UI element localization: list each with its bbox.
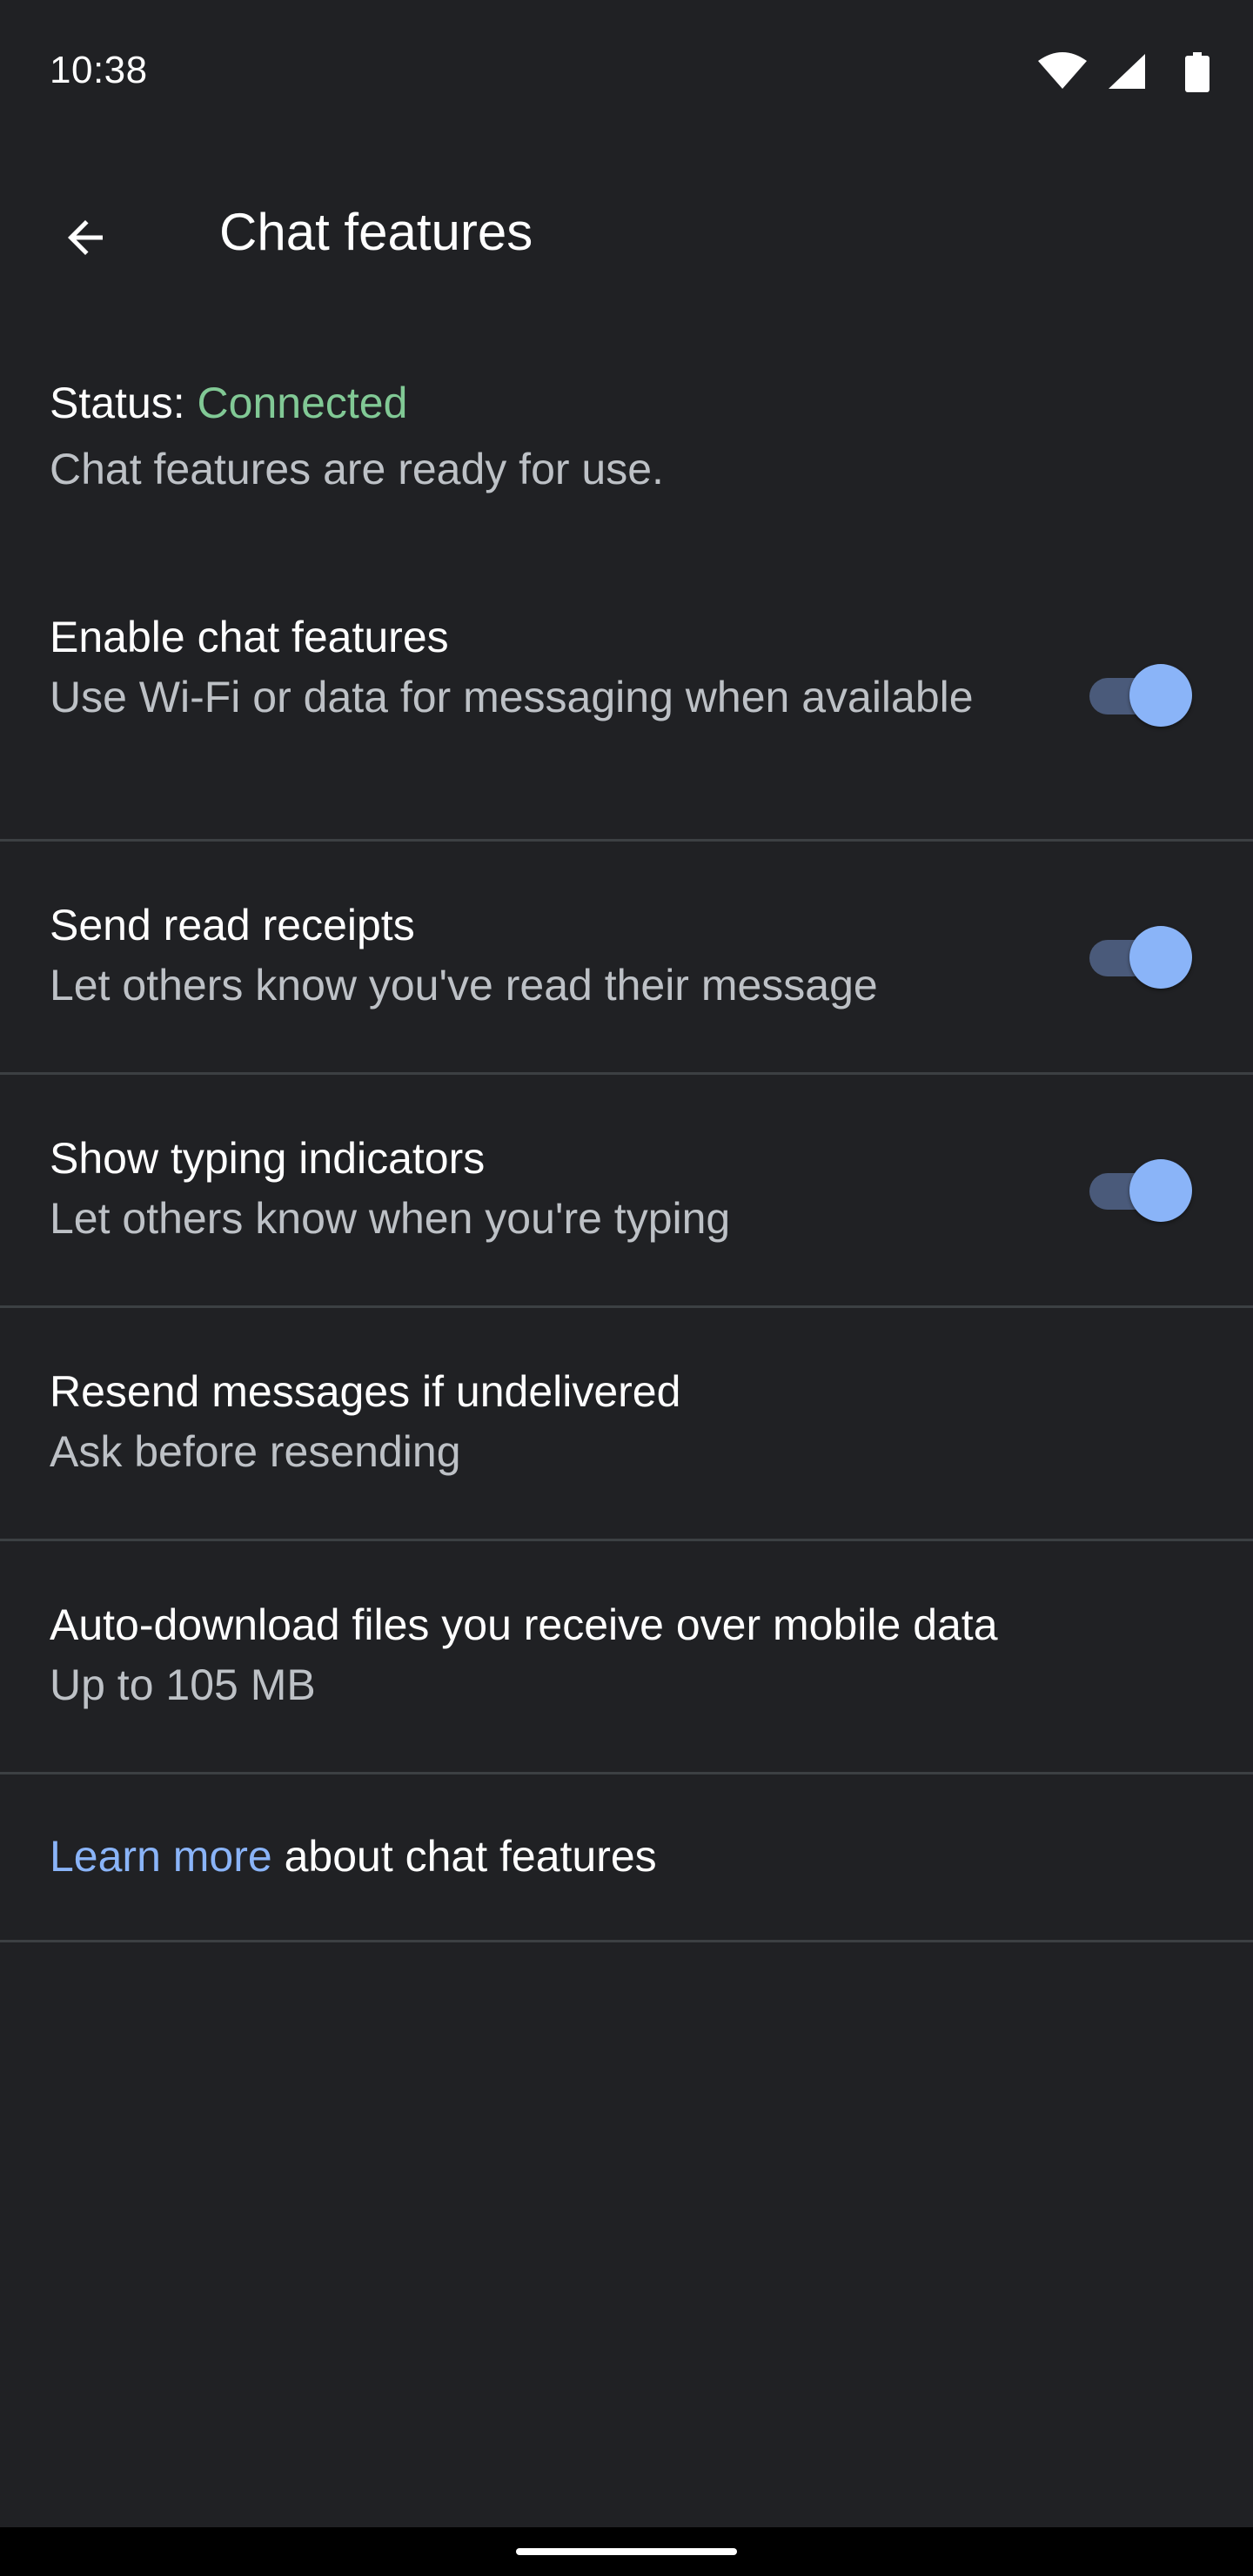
setting-resend-messages[interactable]: Resend messages if undelivered Ask befor…: [0, 1308, 1253, 1541]
setting-title: Resend messages if undelivered: [50, 1367, 681, 1416]
setting-show-typing-indicators[interactable]: Show typing indicators Let others know w…: [0, 1075, 1253, 1308]
toggle-thumb: [1129, 664, 1192, 727]
status-label: Status:: [50, 379, 198, 427]
show-typing-indicators-toggle[interactable]: [1089, 1159, 1192, 1222]
navigation-bar: [0, 2527, 1253, 2576]
setting-title: Show typing indicators: [50, 1134, 486, 1183]
setting-subtitle: Use Wi-Fi or data for messaging when ava…: [50, 673, 974, 721]
app-bar: Chat features: [0, 148, 1253, 322]
setting-title: Enable chat features: [50, 613, 449, 661]
wifi-icon: [1038, 52, 1087, 89]
setting-subtitle: Ask before resending: [50, 1427, 461, 1476]
clock: 10:38: [50, 49, 148, 91]
toggle-thumb: [1129, 926, 1192, 989]
enable-chat-features-toggle[interactable]: [1089, 664, 1192, 727]
toggle-thumb: [1129, 1159, 1192, 1222]
cell-signal-icon: [1109, 54, 1145, 89]
back-button[interactable]: [39, 191, 131, 283]
setting-enable-chat-features[interactable]: Enable chat features Use Wi-Fi or data f…: [0, 592, 1253, 842]
learn-more-text: Learn more about chat features: [50, 1825, 657, 1888]
learn-more-link[interactable]: Learn more: [50, 1832, 272, 1881]
setting-subtitle: Let others know you've read their messag…: [50, 961, 878, 1010]
battery-icon: [1185, 52, 1209, 92]
setting-title: Send read receipts: [50, 901, 415, 949]
setting-title: Auto-download files you receive over mob…: [50, 1600, 998, 1649]
status-description: Chat features are ready for use.: [50, 445, 664, 493]
send-read-receipts-toggle[interactable]: [1089, 926, 1192, 989]
setting-subtitle: Up to 105 MB: [50, 1660, 316, 1709]
status-bar: 10:38: [0, 0, 1253, 148]
setting-subtitle: Let others know when you're typing: [50, 1194, 731, 1243]
connection-status: Status: Connected Chat features are read…: [50, 370, 1203, 502]
setting-send-read-receipts[interactable]: Send read receipts Let others know you'v…: [0, 842, 1253, 1075]
status-line: Status: Connected: [50, 370, 1203, 436]
learn-more-rest: about chat features: [271, 1832, 657, 1881]
page-title: Chat features: [219, 203, 533, 261]
setting-auto-download[interactable]: Auto-download files you receive over mob…: [0, 1541, 1253, 1774]
status-value: Connected: [197, 379, 408, 427]
arrow-back-icon: [67, 219, 103, 255]
home-gesture-handle[interactable]: [516, 2548, 737, 2555]
